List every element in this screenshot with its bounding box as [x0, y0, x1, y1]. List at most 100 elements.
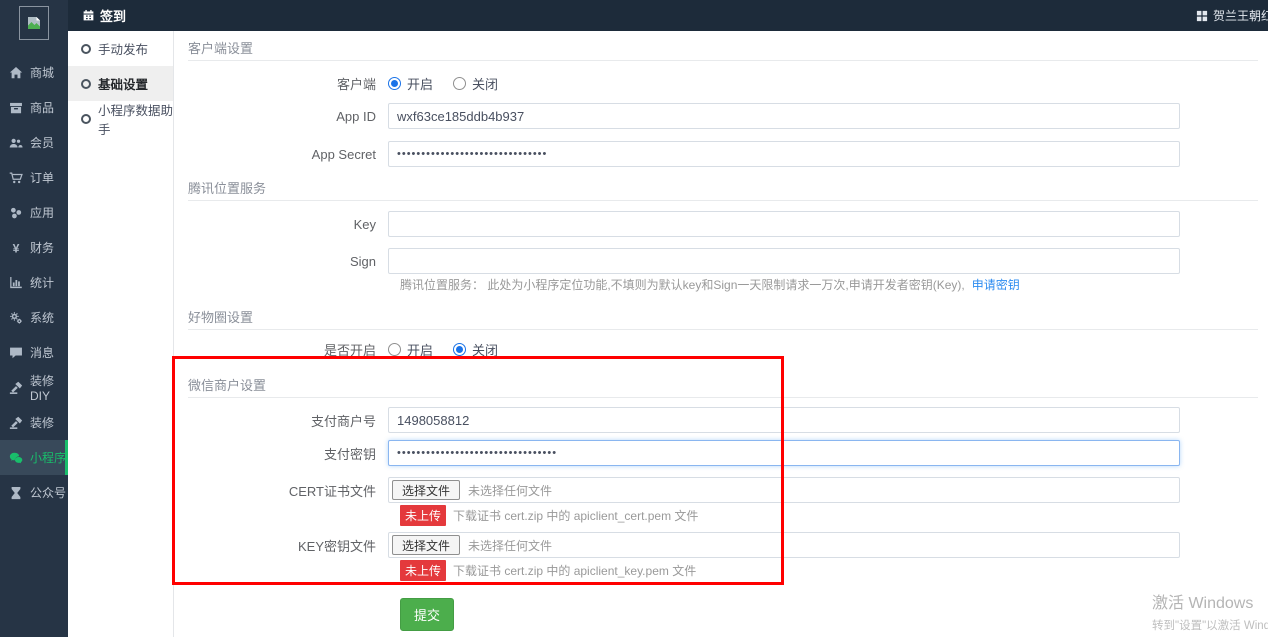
sidebar-item-6[interactable]: 统计 — [0, 265, 68, 300]
sidebar-item-1[interactable]: 商品 — [0, 90, 68, 125]
app-logo[interactable] — [19, 6, 49, 40]
sidebar-item-label: 商品 — [30, 99, 54, 116]
tencent-key-input[interactable] — [388, 211, 1180, 237]
sidebar-item-label: 系统 — [30, 309, 54, 326]
radio-icon[interactable] — [388, 77, 401, 90]
topbar-right-item-0[interactable]: 贺兰王朝红酒 — [1196, 7, 1268, 24]
field-label: KEY密钥文件 — [174, 536, 388, 555]
key-file-input-choose-button[interactable]: 选择文件 — [392, 535, 460, 555]
haowuquan-switch-radio-option-0[interactable]: 开启 — [388, 340, 433, 359]
secondary-menu: 手动发布基础设置小程序数据助手 — [68, 31, 174, 637]
field-label: Sign — [174, 254, 388, 269]
section-divider — [188, 60, 1258, 61]
pay-secret-input[interactable] — [388, 440, 1180, 466]
circle-icon — [81, 114, 91, 124]
form-row: Key — [174, 211, 1180, 237]
form-row: CERT证书文件选择文件未选择任何文件 — [174, 477, 1180, 503]
sidebar-item-11[interactable]: 小程序 — [0, 440, 68, 475]
client-switch-radio: 开启 关闭 — [388, 74, 498, 93]
gavel-icon — [9, 381, 24, 395]
sidebar-item-label: 消息 — [30, 344, 54, 361]
haowuquan-switch-radio-option-1[interactable]: 关闭 — [453, 340, 498, 359]
svg-text:¥: ¥ — [13, 241, 20, 255]
submenu-item-0[interactable]: 手动发布 — [68, 31, 173, 66]
topbar: 签到 贺兰王朝红酒贺兰王朝红酒 — [68, 0, 1268, 31]
cart-icon — [9, 171, 24, 185]
apps-cubes-icon — [9, 206, 24, 220]
submenu-item-label: 小程序数据助手 — [98, 100, 173, 138]
radio-option-label: 开启 — [407, 74, 433, 93]
cert-file-input-choose-button[interactable]: 选择文件 — [392, 480, 460, 500]
haowuquan-switch-radio: 开启 关闭 — [388, 340, 498, 359]
sidebar-item-3[interactable]: 订单 — [0, 160, 68, 195]
not-uploaded-badge: 未上传 — [400, 560, 446, 581]
sidebar-item-4[interactable]: 应用 — [0, 195, 68, 230]
not-uploaded-badge: 未上传 — [400, 505, 446, 526]
sidebar-items: 商城商品会员订单应用¥财务统计系统消息装修DIY 装修小程序公众号 — [0, 55, 68, 510]
app-id-input[interactable] — [388, 103, 1180, 129]
users-icon — [9, 136, 24, 150]
field-control: 开启 关闭 — [388, 340, 1180, 359]
field-label: CERT证书文件 — [174, 481, 388, 500]
bar-chart-icon — [9, 276, 24, 290]
radio-icon[interactable] — [388, 343, 401, 356]
home-icon — [9, 66, 24, 80]
sidebar-item-8[interactable]: 消息 — [0, 335, 68, 370]
hourglass-icon — [9, 486, 24, 500]
sidebar-item-label: 装修 — [30, 414, 54, 431]
section-divider — [188, 329, 1258, 330]
key-file-input: 选择文件未选择任何文件 — [388, 532, 1180, 558]
sidebar-item-12[interactable]: 公众号 — [0, 475, 68, 510]
page-title: 签到 — [82, 6, 126, 25]
sidebar-item-0[interactable]: 商城 — [0, 55, 68, 90]
tencent-sign-input[interactable] — [388, 248, 1180, 274]
client-switch-radio-option-0[interactable]: 开启 — [388, 74, 433, 93]
form-row: 支付密钥 — [174, 440, 1180, 466]
section-title: 好物圈设置 — [188, 307, 253, 326]
sidebar-item-label: 小程序 — [30, 449, 66, 466]
field-control — [388, 211, 1180, 237]
circle-icon — [81, 44, 91, 54]
form-row: 客户端开启关闭 — [174, 74, 1180, 93]
upload-hint-text: 下载证书 cert.zip 中的 apiclient_key.pem 文件 — [453, 562, 696, 579]
sidebar-item-2[interactable]: 会员 — [0, 125, 68, 160]
form-row: KEY密钥文件选择文件未选择任何文件 — [174, 532, 1180, 558]
note-text: 腾讯位置服务： 此处为小程序定位功能,不填则为默认key和Sign一天限制请求一… — [400, 276, 965, 293]
submenu-item-1[interactable]: 基础设置 — [68, 66, 173, 101]
pay-merchant-id-input[interactable] — [388, 407, 1180, 433]
topbar-right: 贺兰王朝红酒贺兰王朝红酒 — [1196, 0, 1268, 31]
sidebar-item-label: 会员 — [30, 134, 54, 151]
field-control: 选择文件未选择任何文件 — [388, 532, 1180, 558]
calendar-icon — [82, 9, 95, 22]
sidebar-item-10[interactable]: 装修 — [0, 405, 68, 440]
sidebar-item-7[interactable]: 系统 — [0, 300, 68, 335]
field-control: 选择文件未选择任何文件 — [388, 477, 1180, 503]
radio-option-label: 关闭 — [472, 74, 498, 93]
sidebar-item-5[interactable]: ¥财务 — [0, 230, 68, 265]
sidebar-item-label: 装修DIY — [30, 372, 68, 403]
field-label: 是否开启 — [174, 340, 388, 359]
submenu-item-label: 手动发布 — [98, 39, 148, 58]
no-file-text: 未选择任何文件 — [468, 537, 552, 554]
sidebar-item-9[interactable]: 装修DIY — [0, 370, 68, 405]
field-control — [388, 407, 1180, 433]
wechat-icon — [9, 451, 24, 465]
field-note: 腾讯位置服务： 此处为小程序定位功能,不填则为默认key和Sign一天限制请求一… — [400, 276, 1020, 293]
submenu-item-label: 基础设置 — [98, 74, 148, 93]
radio-icon[interactable] — [453, 343, 466, 356]
form-row: 支付商户号 — [174, 407, 1180, 433]
radio-icon[interactable] — [453, 77, 466, 90]
sidebar-item-label: 公众号 — [30, 484, 66, 501]
field-label: App Secret — [174, 147, 388, 162]
section-title: 微信商户设置 — [188, 375, 266, 394]
field-label: 支付密钥 — [174, 444, 388, 463]
apps-grid-icon — [1196, 10, 1208, 22]
apply-key-link[interactable]: 申请密钥 — [972, 276, 1020, 293]
submenu-item-2[interactable]: 小程序数据助手 — [68, 101, 173, 136]
submit-button[interactable]: 提交 — [400, 598, 454, 631]
broken-image-icon — [26, 15, 42, 31]
sidebar: 商城商品会员订单应用¥财务统计系统消息装修DIY 装修小程序公众号 — [0, 0, 68, 637]
app-secret-input[interactable] — [388, 141, 1180, 167]
upload-hint-text: 下载证书 cert.zip 中的 apiclient_cert.pem 文件 — [453, 507, 698, 524]
client-switch-radio-option-1[interactable]: 关闭 — [453, 74, 498, 93]
